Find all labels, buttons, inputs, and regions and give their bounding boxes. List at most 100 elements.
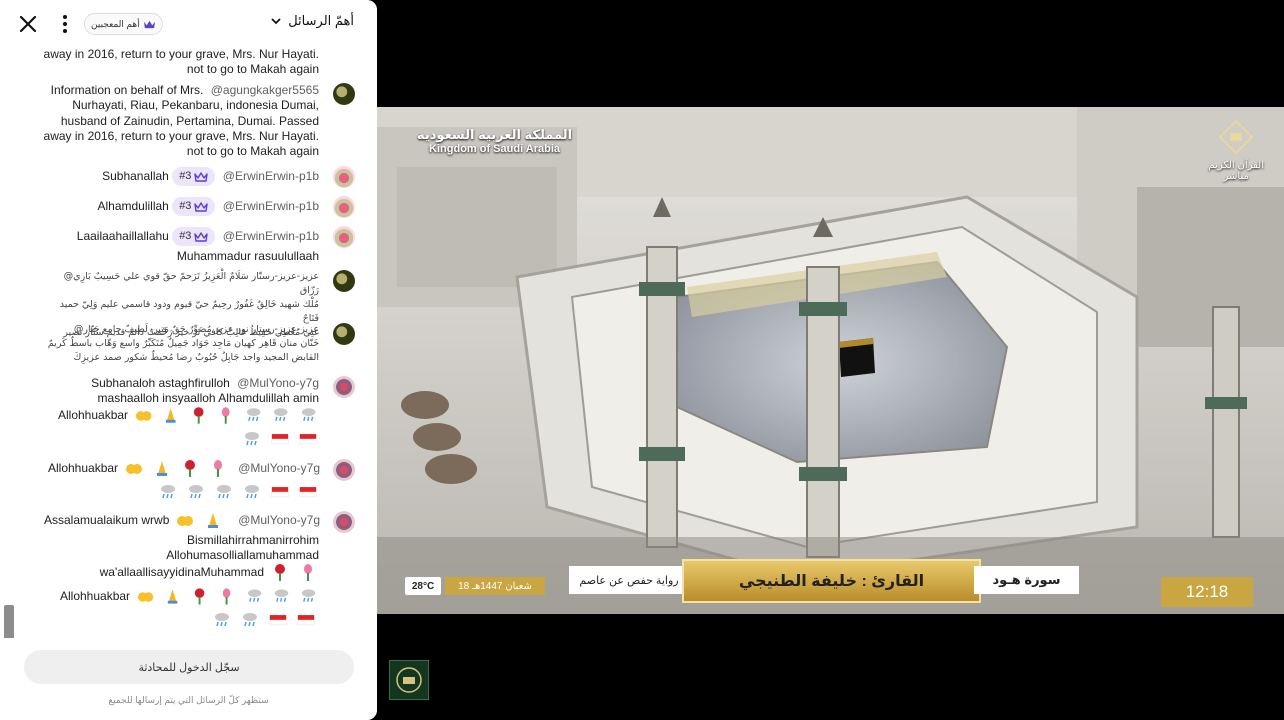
chat-header: أهم المعجبين أهمّ الرسائل bbox=[0, 0, 377, 46]
avatar[interactable] bbox=[333, 83, 355, 105]
chat-message-list[interactable]: away in 2016, return to your grave, Mrs.… bbox=[0, 40, 377, 640]
chevron-down-icon bbox=[271, 18, 281, 25]
tulip-icon bbox=[304, 564, 312, 581]
indonesia-flag-icon bbox=[269, 615, 287, 626]
avatar[interactable] bbox=[333, 166, 355, 188]
chat-message: Allohhuakbar @MulYono-y7g bbox=[48, 456, 320, 504]
badge-label: أهم المعجبين bbox=[91, 18, 140, 29]
avatar[interactable] bbox=[333, 323, 355, 345]
reciter-banner: القارئ : خليفة الطنيجي bbox=[682, 559, 981, 603]
indonesia-flag-icon bbox=[299, 487, 317, 498]
rain-cloud-icon bbox=[215, 613, 229, 627]
emoji-block: Allohhuakbar bbox=[58, 403, 320, 451]
raised-hands-icon bbox=[126, 464, 143, 474]
author-name[interactable]: @MulYono-y7g bbox=[237, 376, 319, 390]
author-name[interactable]: @ErwinErwin-p1b bbox=[223, 229, 319, 243]
crown-icon bbox=[194, 231, 209, 242]
tulip-icon bbox=[223, 588, 231, 605]
rose-icon bbox=[193, 407, 204, 424]
raised-hands-icon bbox=[136, 411, 152, 421]
avatar[interactable] bbox=[333, 196, 355, 218]
more-options-icon[interactable] bbox=[58, 12, 72, 36]
message-text: Muhammadur rasuulullaah bbox=[176, 249, 319, 264]
author-name[interactable]: @agungkakger5565 bbox=[211, 83, 319, 97]
rain-cloud-icon bbox=[245, 485, 259, 499]
chat-message: Information on behalf of Mrs. @agungkakg… bbox=[44, 83, 319, 159]
avatar[interactable] bbox=[333, 376, 355, 398]
chat-footer: سجّل الدخول للمحادثة ستظهر كلّ الرسائل ا… bbox=[0, 638, 377, 720]
author-name[interactable]: @MulYono-y7g bbox=[238, 461, 320, 475]
message-text: Laailaahaillallahu bbox=[76, 228, 169, 243]
avatar[interactable] bbox=[333, 459, 355, 481]
message-text: Assalamualaikum wrwb bbox=[44, 513, 170, 527]
indonesia-flag-icon bbox=[271, 434, 289, 445]
message-text: Allohhuakbar bbox=[48, 461, 119, 475]
member-badge: #3 bbox=[172, 167, 216, 187]
indonesia-flag-icon bbox=[271, 487, 289, 498]
message-text: Bismillahirrahmanirrohim bbox=[186, 533, 319, 547]
chat-mode-label: أهمّ الرسائل bbox=[288, 13, 354, 28]
rose-icon bbox=[185, 460, 196, 477]
message-text: Allohhuakbar bbox=[58, 408, 129, 422]
member-badge: #3 bbox=[172, 197, 216, 217]
rain-cloud-icon bbox=[247, 589, 261, 602]
message-text: husband of Zainudin, Pertamina, Dumai. P… bbox=[60, 113, 319, 128]
rain-cloud-icon bbox=[161, 485, 175, 499]
close-icon[interactable] bbox=[16, 12, 40, 36]
country-watermark: المملكة العربية السعودية Kingdom of Saud… bbox=[417, 127, 572, 155]
author-name[interactable]: @ErwinErwin-p1b bbox=[223, 169, 319, 183]
footer-note: ستظهر كلّ الرسائل التي يتم إرسالها للجمي… bbox=[108, 695, 269, 705]
chat-scrollbar[interactable] bbox=[4, 605, 14, 640]
rain-cloud-icon bbox=[301, 589, 316, 602]
message-text: Subhanallah bbox=[102, 168, 169, 183]
message-text: القابض المجيد واجد جَابِلُ حُبُوبٌ رضا م… bbox=[73, 352, 319, 363]
author-name[interactable]: @MulYono-y7g bbox=[238, 513, 320, 527]
indonesia-flag-icon bbox=[297, 615, 315, 626]
message-text: مُلْك شهيد خَالِقٌ غَفُورٌ رحِيمٌ حيّ قي… bbox=[59, 299, 319, 324]
rain-cloud-icon bbox=[274, 589, 289, 602]
live-label: مباشر bbox=[1223, 171, 1249, 182]
tulip-icon bbox=[222, 407, 230, 424]
message-text: Information on behalf of Mrs. bbox=[50, 83, 204, 97]
chat-mode-dropdown[interactable]: أهمّ الرسائل bbox=[270, 13, 354, 29]
crown-icon bbox=[194, 201, 209, 212]
avatar[interactable] bbox=[333, 511, 355, 533]
rain-cloud-icon bbox=[245, 432, 259, 446]
crown-icon bbox=[143, 20, 155, 28]
folded-hands-icon bbox=[157, 461, 168, 476]
temperature-label: 28°C bbox=[405, 577, 441, 595]
rain-cloud-icon bbox=[243, 613, 257, 627]
folded-hands-icon bbox=[168, 589, 178, 604]
author-name[interactable]: @ErwinErwin-p1b bbox=[223, 199, 319, 213]
member-badge: #3 bbox=[172, 227, 216, 247]
rain-cloud-icon bbox=[246, 408, 261, 421]
avatar[interactable] bbox=[333, 270, 355, 292]
country-arabic: المملكة العربية السعودية bbox=[417, 127, 573, 142]
live-chat-panel: away in 2016, return to your grave, Mrs.… bbox=[0, 0, 377, 720]
channel-thumbnail[interactable] bbox=[389, 660, 429, 700]
chat-message: Alhamdulillah #3 @ErwinErwin-p1b bbox=[97, 197, 319, 217]
message-text: not to go to Makah again bbox=[186, 144, 319, 159]
raised-hands-icon bbox=[177, 516, 194, 526]
rain-cloud-icon bbox=[301, 408, 316, 421]
folded-hands-icon bbox=[166, 408, 177, 423]
chat-message: Subhanallah #3 @ErwinErwin-p1b bbox=[102, 167, 319, 187]
message-text: @عزيز-عزيز-رستار نور عزيز مُصَوِّرٌ حَقٌ… bbox=[73, 324, 319, 335]
avatar[interactable] bbox=[333, 226, 355, 248]
channel-name: القرآن الكريم bbox=[1208, 160, 1264, 171]
top-fans-badge[interactable]: أهم المعجبين bbox=[84, 13, 163, 35]
channel-emblem-icon bbox=[396, 667, 422, 693]
message-text: خَنّان منان قَاهِر كهيان مَاجِد جَوَاد ج… bbox=[47, 338, 319, 349]
masjid-al-haram-video-frame bbox=[377, 107, 1284, 614]
tulip-icon bbox=[214, 460, 223, 477]
chat-message: Laailaahaillallahu #3 @ErwinErwin-p1b Mu… bbox=[77, 227, 319, 265]
chat-message: away in 2016, return to your grave, Mrs.… bbox=[44, 47, 319, 78]
message-text: not to go to Makah again bbox=[186, 62, 319, 77]
chat-message: Subhanaloh astaghfirulloh @MulYono-y7g m… bbox=[91, 376, 319, 407]
indonesia-flag-icon bbox=[299, 434, 317, 445]
sign-in-to-chat-button[interactable]: سجّل الدخول للمحادثة bbox=[24, 650, 354, 684]
rose-icon bbox=[275, 564, 285, 581]
video-player[interactable]: المملكة العربية السعودية Kingdom of Saud… bbox=[377, 107, 1284, 614]
channel-emblem-icon bbox=[1218, 119, 1254, 155]
surah-label: سورة هـود bbox=[974, 566, 1079, 594]
